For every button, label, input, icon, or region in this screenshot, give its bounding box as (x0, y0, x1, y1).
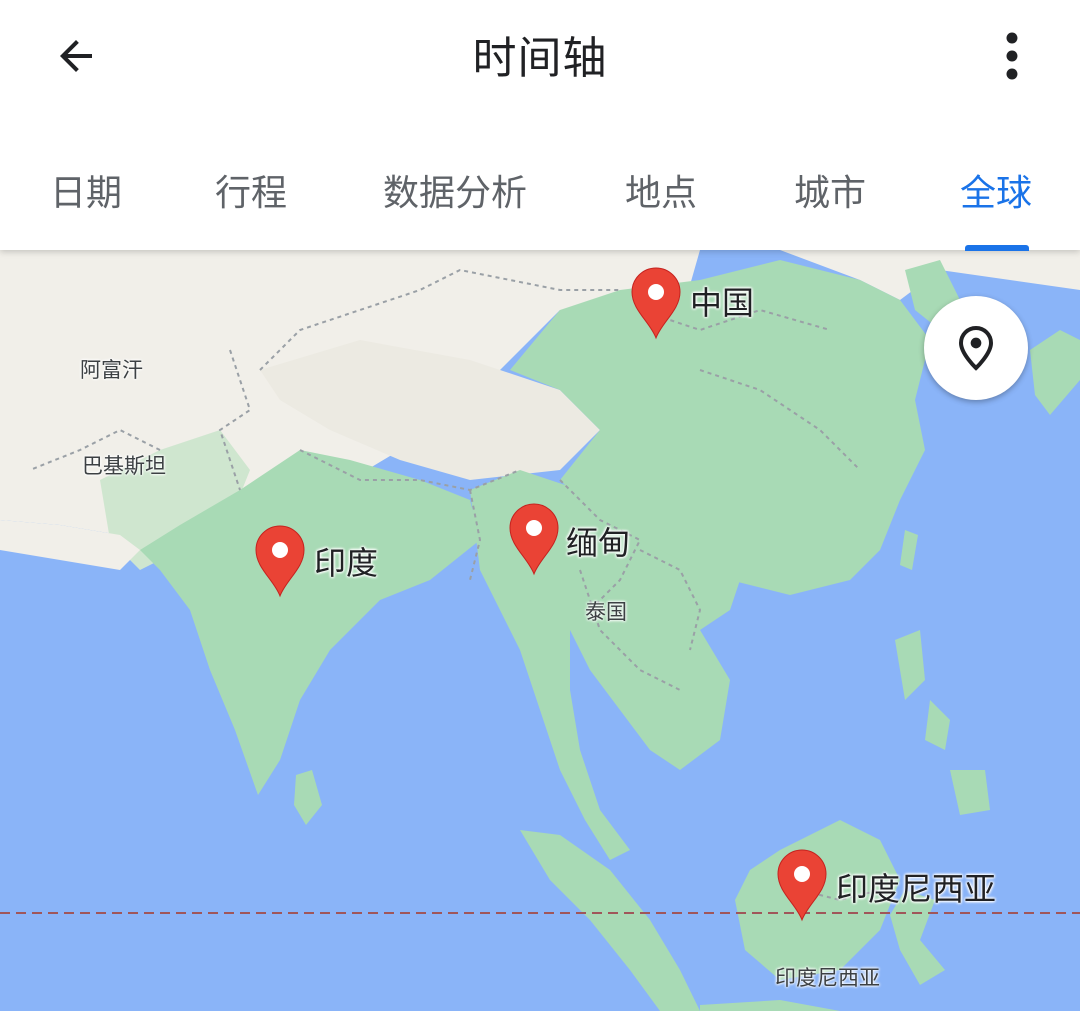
more-options-button[interactable] (984, 20, 1040, 92)
more-vert-icon (1006, 32, 1018, 80)
label-pakistan: 巴基斯坦 (82, 454, 166, 478)
marker-label-india: 印度 (314, 544, 379, 582)
japan-land (1030, 330, 1080, 415)
marker-label-indonesia: 印度尼西亚 (836, 870, 997, 908)
location-pin-icon (958, 325, 994, 371)
sri-lanka-land (294, 770, 322, 825)
app-bar: 时间轴 日期 行程 数据分析 地点 城市 全球 (0, 0, 1080, 251)
page-title: 时间轴 (472, 33, 608, 84)
locate-button[interactable] (924, 296, 1028, 400)
label-indonesia-base: 印度尼西亚 (775, 966, 880, 990)
tab-places[interactable]: 地点 (625, 164, 697, 216)
marker-myanmar-pin-icon[interactable] (506, 500, 562, 576)
world-map[interactable]: 阿富汗 巴基斯坦 泰国 印度尼西亚 中国 印度 缅甸 印度尼西亚 (0, 250, 1080, 1011)
marker-indonesia-pin-icon[interactable] (774, 846, 830, 922)
tab-insights[interactable]: 数据分析 (383, 164, 527, 216)
label-afghanistan: 阿富汗 (80, 358, 143, 382)
taiwan-land (900, 530, 918, 570)
marker-china-pin-icon[interactable] (628, 264, 684, 340)
marker-india-pin-icon[interactable] (252, 522, 308, 598)
tab-bar: 日期 行程 数据分析 地点 城市 全球 (0, 150, 1080, 251)
tab-cities[interactable]: 城市 (794, 164, 866, 216)
tab-world[interactable]: 全球 (960, 164, 1032, 216)
marker-label-china: 中国 (690, 284, 755, 322)
philippines-land (895, 630, 990, 815)
java-land (700, 1000, 840, 1011)
active-tab-indicator (965, 245, 1029, 251)
marker-label-myanmar: 缅甸 (566, 524, 631, 562)
label-thailand: 泰国 (585, 600, 627, 624)
tab-trips[interactable]: 行程 (215, 164, 287, 216)
tab-date[interactable]: 日期 (50, 164, 122, 216)
